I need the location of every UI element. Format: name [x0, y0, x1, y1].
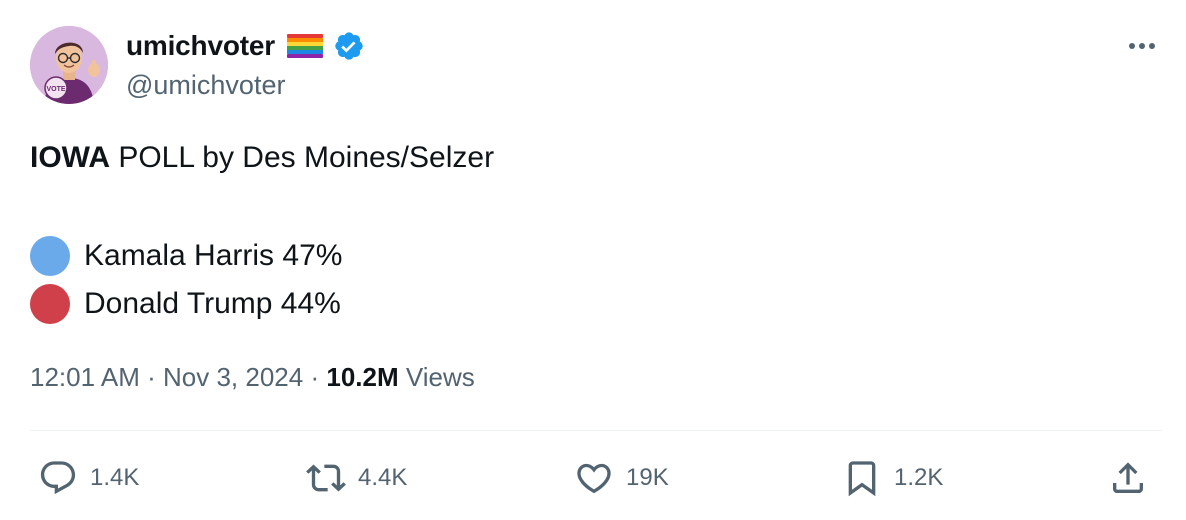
meta-separator: ·: [147, 362, 156, 392]
views-count[interactable]: 10.2M: [326, 362, 398, 392]
like-count: 19K: [626, 464, 669, 491]
author-handle[interactable]: @umichvoter: [126, 70, 285, 101]
more-options-button[interactable]: [1122, 30, 1162, 62]
reply-count: 1.4K: [90, 464, 140, 491]
like-button[interactable]: 19K: [574, 458, 669, 498]
tweet-headline-rest: POLL by Des Moines/Selzer: [110, 141, 495, 174]
repost-button[interactable]: 4.4K: [306, 458, 407, 498]
tweet-meta: 12:01 AM · Nov 3, 2024 · 10.2M Views: [30, 362, 475, 393]
author-name-row: umichvoter: [126, 28, 365, 64]
tweet-headline-bold: IOWA: [30, 141, 110, 174]
avatar[interactable]: VOTE: [30, 26, 108, 104]
tweet-headline: IOWA POLL by Des Moines/Selzer: [30, 141, 494, 175]
poll-row-harris: Kamala Harris 47%: [30, 236, 342, 276]
avatar-illustration: VOTE: [30, 26, 108, 104]
reply-icon: [40, 461, 76, 495]
share-button[interactable]: [1108, 458, 1148, 498]
blue-circle-icon: [30, 236, 70, 276]
poll-row-label: Donald Trump 44%: [84, 287, 341, 320]
bookmark-count: 1.2K: [894, 464, 944, 491]
views-label: Views: [405, 362, 475, 392]
bookmark-icon: [848, 461, 876, 497]
repost-count: 4.4K: [358, 464, 408, 491]
share-icon: [1113, 462, 1143, 493]
repost-icon: [306, 464, 346, 492]
more-dots-icon: [1129, 43, 1155, 49]
meta-separator: ·: [310, 362, 320, 392]
tweet-date[interactable]: Nov 3, 2024: [163, 362, 303, 392]
divider: [30, 430, 1162, 431]
red-circle-icon: [30, 284, 70, 324]
reply-button[interactable]: 1.4K: [38, 458, 139, 498]
author-display-name[interactable]: umichvoter: [126, 30, 275, 62]
tweet-time[interactable]: 12:01 AM: [30, 362, 140, 392]
heart-icon: [577, 463, 611, 494]
rainbow-flag-icon: [286, 34, 323, 58]
poll-row-label: Kamala Harris 47%: [84, 239, 343, 272]
verified-badge-icon[interactable]: [333, 30, 365, 62]
svg-text:VOTE: VOTE: [46, 86, 65, 93]
bookmark-button[interactable]: 1.2K: [842, 458, 943, 498]
poll-row-trump: Donald Trump 44%: [30, 284, 341, 324]
